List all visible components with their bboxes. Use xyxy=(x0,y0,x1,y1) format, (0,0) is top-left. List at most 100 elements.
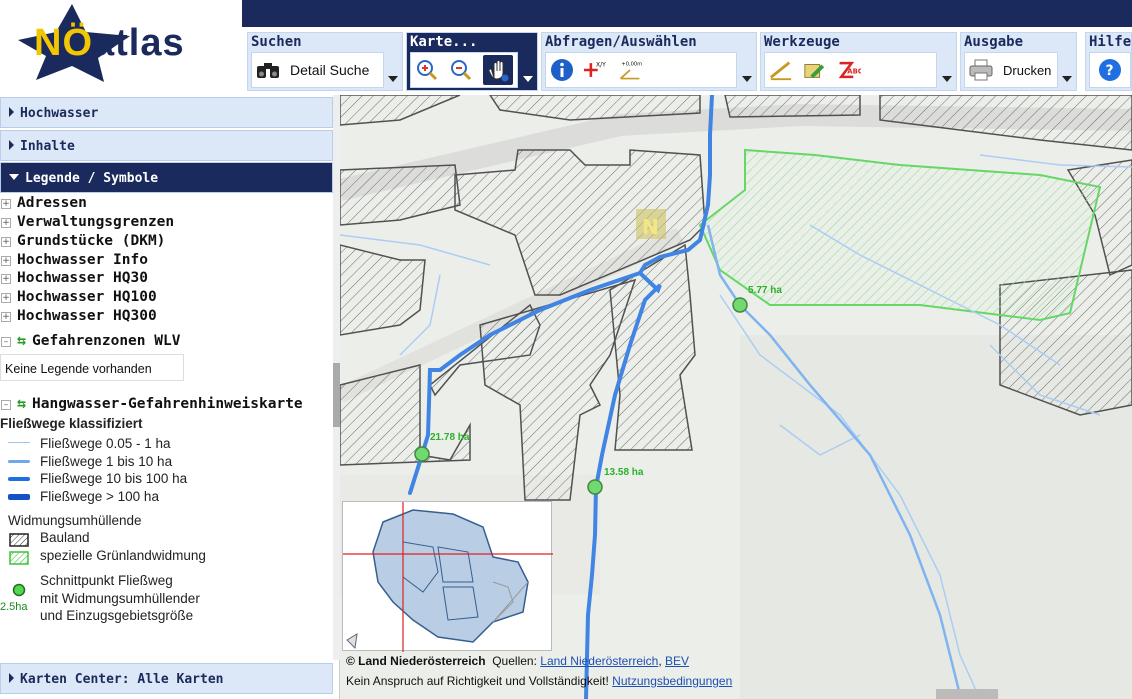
scrollbar-thumb[interactable] xyxy=(333,363,340,427)
tree-item-label: Adressen xyxy=(17,195,87,211)
schnitt-line1: Schnittpunkt Fließweg xyxy=(40,573,173,588)
svg-text:+0,00m: +0,00m xyxy=(621,62,642,68)
panel-hochwasser[interactable]: Hochwasser xyxy=(0,97,333,128)
tree-item-adressen[interactable]: + Adressen xyxy=(0,195,87,211)
intersection-point-icon xyxy=(12,583,26,597)
link-land-noe[interactable]: Land Niederösterreich xyxy=(540,654,658,668)
panel-legende-label: Legende / Symbole xyxy=(25,171,159,186)
logo-text: NÖatlas xyxy=(34,22,185,64)
tree-item-gefahrenzonen[interactable]: – ⇆ Gefahrenzonen WLV xyxy=(0,331,180,349)
copyright-text: © Land Niederösterreich xyxy=(346,654,486,668)
gruenland-label: spezielle Grünlandwidmung xyxy=(40,548,206,563)
overview-map-graphic xyxy=(343,502,553,652)
detail-suche-button[interactable]: Detail Suche xyxy=(251,52,384,88)
werkzeuge-tools: ABC xyxy=(764,52,937,88)
svg-text:X/Y: X/Y xyxy=(596,62,606,69)
suchen-title: Suchen xyxy=(251,34,302,50)
printer-icon xyxy=(969,58,993,82)
karte-dropdown-icon[interactable] xyxy=(523,76,533,82)
sidebar-scrollbar[interactable] xyxy=(333,95,340,660)
help-button[interactable]: ? xyxy=(1089,52,1131,88)
abfragen-tools: X/Y +0,00m xyxy=(545,52,737,88)
no-legend-text: Keine Legende vorhanden xyxy=(0,354,184,381)
link-nutzungsbedingungen[interactable]: Nutzungsbedingungen xyxy=(612,674,732,688)
legend-line-label: Fließwege 1 bis 10 ha xyxy=(40,454,173,469)
coordinate-xy-icon[interactable]: X/Y xyxy=(584,58,608,82)
layer-refresh-icon: ⇆ xyxy=(17,331,27,349)
zoom-in-icon[interactable] xyxy=(415,58,439,82)
widmung-title: Widmungsumhüllende xyxy=(8,513,142,528)
panel-legende[interactable]: Legende / Symbole xyxy=(0,162,333,193)
legend-line-label: Fließwege 0.05 - 1 ha xyxy=(40,436,171,451)
expand-plus-icon[interactable]: + xyxy=(1,237,11,247)
overview-map[interactable] xyxy=(342,501,553,652)
bauland-swatch-icon xyxy=(9,533,29,547)
legend-line-small xyxy=(8,460,30,463)
werkzeuge-title: Werkzeuge xyxy=(764,34,840,50)
map-canvas[interactable]: N 5.77 ha 21.78 ha 13.58 ha © Land Niede… xyxy=(340,95,1132,699)
info-icon[interactable] xyxy=(550,58,574,82)
expand-plus-icon[interactable]: + xyxy=(1,199,11,209)
legend-image: Fließwege klassifiziert Fließwege 0.05 -… xyxy=(0,416,235,626)
panel-inhalte-label: Inhalte xyxy=(20,139,75,154)
suchen-dropdown-icon[interactable] xyxy=(388,76,398,82)
tree-item-grundstuecke[interactable]: + Grundstücke (DKM) xyxy=(0,233,165,249)
expand-arrow-icon xyxy=(9,107,14,117)
edit-map-icon[interactable] xyxy=(803,58,827,82)
abfragen-dropdown-icon[interactable] xyxy=(742,76,752,82)
noeatlas-logo[interactable]: NÖatlas xyxy=(0,0,242,95)
tree-item-hq30[interactable]: + Hochwasser HQ30 xyxy=(0,270,148,286)
text-abc-icon[interactable]: ABC xyxy=(837,58,861,82)
panel-karten-center[interactable]: Karten Center: Alle Karten xyxy=(0,663,333,694)
pan-hand-icon[interactable] xyxy=(483,55,513,85)
schnitt-line2: mit Widmungsumhüllender xyxy=(40,591,200,606)
attribution-line2: Kein Anspruch auf Richtigkeit und Vollst… xyxy=(346,674,732,688)
tree-item-label: Grundstücke (DKM) xyxy=(17,233,166,249)
height-measure-icon[interactable]: +0,00m xyxy=(618,58,642,82)
drucken-button[interactable]: Drucken xyxy=(964,52,1058,88)
tree-item-hochwasser-info[interactable]: + Hochwasser Info xyxy=(0,252,148,268)
toolbar-group-hilfe: Hilfe ? xyxy=(1085,32,1132,91)
toolbar-group-suchen: Suchen Detail Suche xyxy=(247,32,403,91)
tree-item-verwaltungsgrenzen[interactable]: + Verwaltungsgrenzen xyxy=(0,214,174,230)
tree-item-label: Hochwasser HQ300 xyxy=(17,308,157,324)
toolbar-group-werkzeuge: Werkzeuge ABC xyxy=(760,32,957,91)
tree-item-hangwasser[interactable]: – ⇆ Hangwasser-Gefahrenhinweiskarte xyxy=(0,394,303,412)
collapse-minus-icon[interactable]: – xyxy=(1,400,11,410)
tree-item-hq300[interactable]: + Hochwasser HQ300 xyxy=(0,308,157,324)
ausgabe-dropdown-icon[interactable] xyxy=(1062,76,1072,82)
expand-plus-icon[interactable]: + xyxy=(1,293,11,303)
expand-plus-icon[interactable]: + xyxy=(1,312,11,322)
tree-item-label: Hochwasser HQ30 xyxy=(17,270,148,286)
layer-refresh-icon: ⇆ xyxy=(17,394,27,412)
expand-plus-icon[interactable]: + xyxy=(1,218,11,228)
collapse-arrow-icon xyxy=(9,174,19,180)
top-bar xyxy=(242,0,1132,27)
legend-line-large xyxy=(8,494,30,500)
sidebar: Hochwasser Inhalte Legende / Symbole + Ad… xyxy=(0,95,340,699)
toolbar-group-ausgabe: Ausgabe Drucken xyxy=(960,32,1077,91)
panel-karten-center-label: Karten Center: Alle Karten xyxy=(20,672,224,687)
map-scrollbar-thumb[interactable] xyxy=(936,689,998,699)
binoculars-icon xyxy=(256,58,280,82)
tree-item-label: Hochwasser HQ100 xyxy=(17,289,157,305)
expand-plus-icon[interactable]: + xyxy=(1,274,11,284)
disclaimer-text: Kein Anspruch auf Richtigkeit und Vollst… xyxy=(346,674,609,688)
link-bev[interactable]: BEV xyxy=(665,654,689,668)
legend-line-label: Fließwege 10 bis 100 ha xyxy=(40,471,188,486)
tree-item-hq100[interactable]: + Hochwasser HQ100 xyxy=(0,289,157,305)
zoom-out-icon[interactable] xyxy=(449,58,473,82)
legend-line-medium xyxy=(8,477,30,481)
karte-title: Karte... xyxy=(410,34,478,50)
tree-item-label: Hochwasser Info xyxy=(17,252,148,268)
werkzeuge-dropdown-icon[interactable] xyxy=(942,76,952,82)
collapse-minus-icon[interactable]: – xyxy=(1,337,11,347)
expand-plus-icon[interactable]: + xyxy=(1,256,11,266)
legend-line-label: Fließwege > 100 ha xyxy=(40,489,159,504)
panel-inhalte[interactable]: Inhalte xyxy=(0,130,333,161)
tree-item-label: Gefahrenzonen WLV xyxy=(32,333,181,349)
help-question-icon: ? xyxy=(1098,58,1122,82)
legend-line-thin xyxy=(8,442,30,443)
measure-ruler-icon[interactable] xyxy=(769,58,793,82)
karte-tools xyxy=(410,52,518,88)
